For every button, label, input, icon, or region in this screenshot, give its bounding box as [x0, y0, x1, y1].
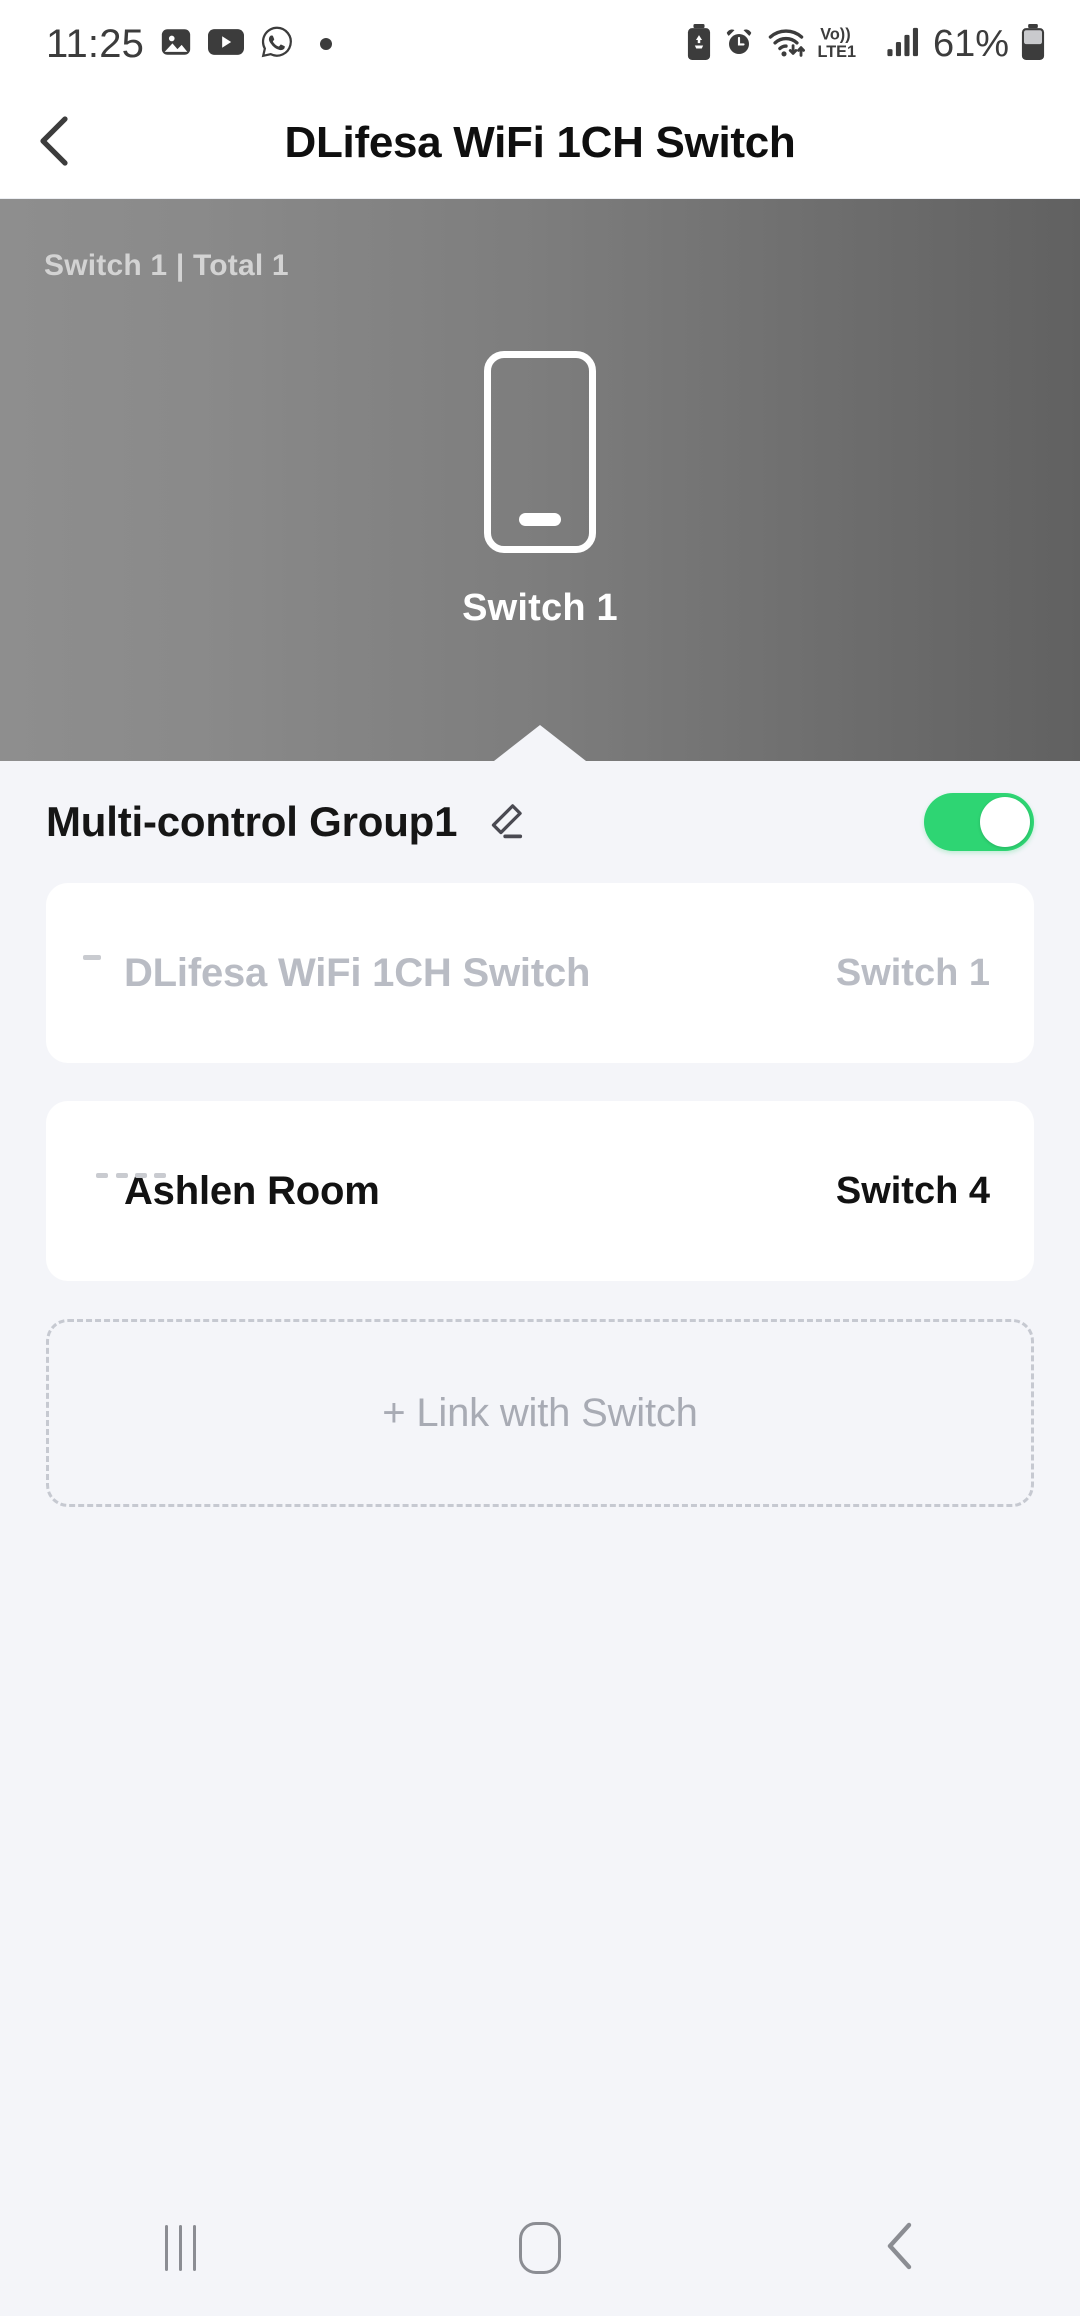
battery-percent-label: 61% [932, 23, 1009, 65]
whatsapp-icon [259, 24, 295, 65]
back-icon [883, 2221, 917, 2276]
pencil-edit-icon[interactable] [481, 799, 527, 845]
table-row[interactable]: DLifesa WiFi 1CH Switch Switch 1 [46, 883, 1034, 1063]
gallery-icon [159, 25, 193, 64]
group-toggle[interactable] [924, 793, 1034, 851]
group-title: Multi-control Group1 [46, 798, 458, 845]
hero-device[interactable]: Switch 1 [0, 351, 1080, 630]
battery-icon [1020, 23, 1046, 65]
back-chevron-icon [33, 113, 77, 174]
panel-notch-arrow [494, 725, 586, 761]
signal-icon [886, 26, 920, 63]
back-button[interactable] [0, 88, 110, 199]
group-header: Multi-control Group1 [46, 761, 1034, 883]
system-nav-bar [0, 2180, 1080, 2316]
youtube-icon [208, 28, 245, 61]
device-channel: Switch 4 [835, 1169, 990, 1212]
app-screen: 11:25 Vo)) LTE1 61% DLifesa WiFi 1CH Swi… [0, 0, 1080, 2316]
device-hero: Switch 1 | Total 1 Switch 1 [0, 199, 1080, 761]
app-bar: DLifesa WiFi 1CH Switch [0, 88, 1080, 199]
status-bar-right: Vo)) LTE1 61% [686, 23, 1046, 66]
switch-count-label: Switch 1 | Total 1 [44, 249, 289, 282]
link-with-switch-label: + Link with Switch [382, 1390, 698, 1435]
battery-saver-icon [686, 23, 712, 65]
volte-icon: Vo)) LTE1 [817, 23, 875, 66]
home-button[interactable] [450, 2180, 630, 2316]
content-panel: Multi-control Group1 DLifesa WiFi 1CH Sw… [0, 761, 1080, 2180]
home-icon [519, 2222, 561, 2274]
recents-icon [164, 2225, 196, 2271]
status-bar-left: 11:25 [46, 22, 333, 66]
notification-dot [320, 38, 333, 50]
status-clock: 11:25 [46, 22, 145, 66]
svg-text:LTE1: LTE1 [817, 42, 856, 60]
hero-device-label: Switch 1 [462, 587, 618, 629]
nav-back-button[interactable] [810, 2180, 990, 2316]
switch-device-icon [484, 351, 596, 553]
alarm-icon [723, 26, 755, 63]
toggle-knob [980, 797, 1030, 847]
page-title: DLifesa WiFi 1CH Switch [284, 118, 796, 167]
recents-button[interactable] [90, 2180, 270, 2316]
wifi-icon [766, 25, 806, 64]
device-channel: Switch 1 [835, 951, 990, 994]
table-row[interactable]: Ashlen Room Switch 4 [46, 1101, 1034, 1281]
svg-text:Vo)): Vo)) [820, 25, 850, 43]
device-name: DLifesa WiFi 1CH Switch [124, 950, 591, 995]
link-with-switch-button[interactable]: + Link with Switch [46, 1319, 1034, 1507]
status-bar: 11:25 Vo)) LTE1 61% [0, 0, 1080, 88]
